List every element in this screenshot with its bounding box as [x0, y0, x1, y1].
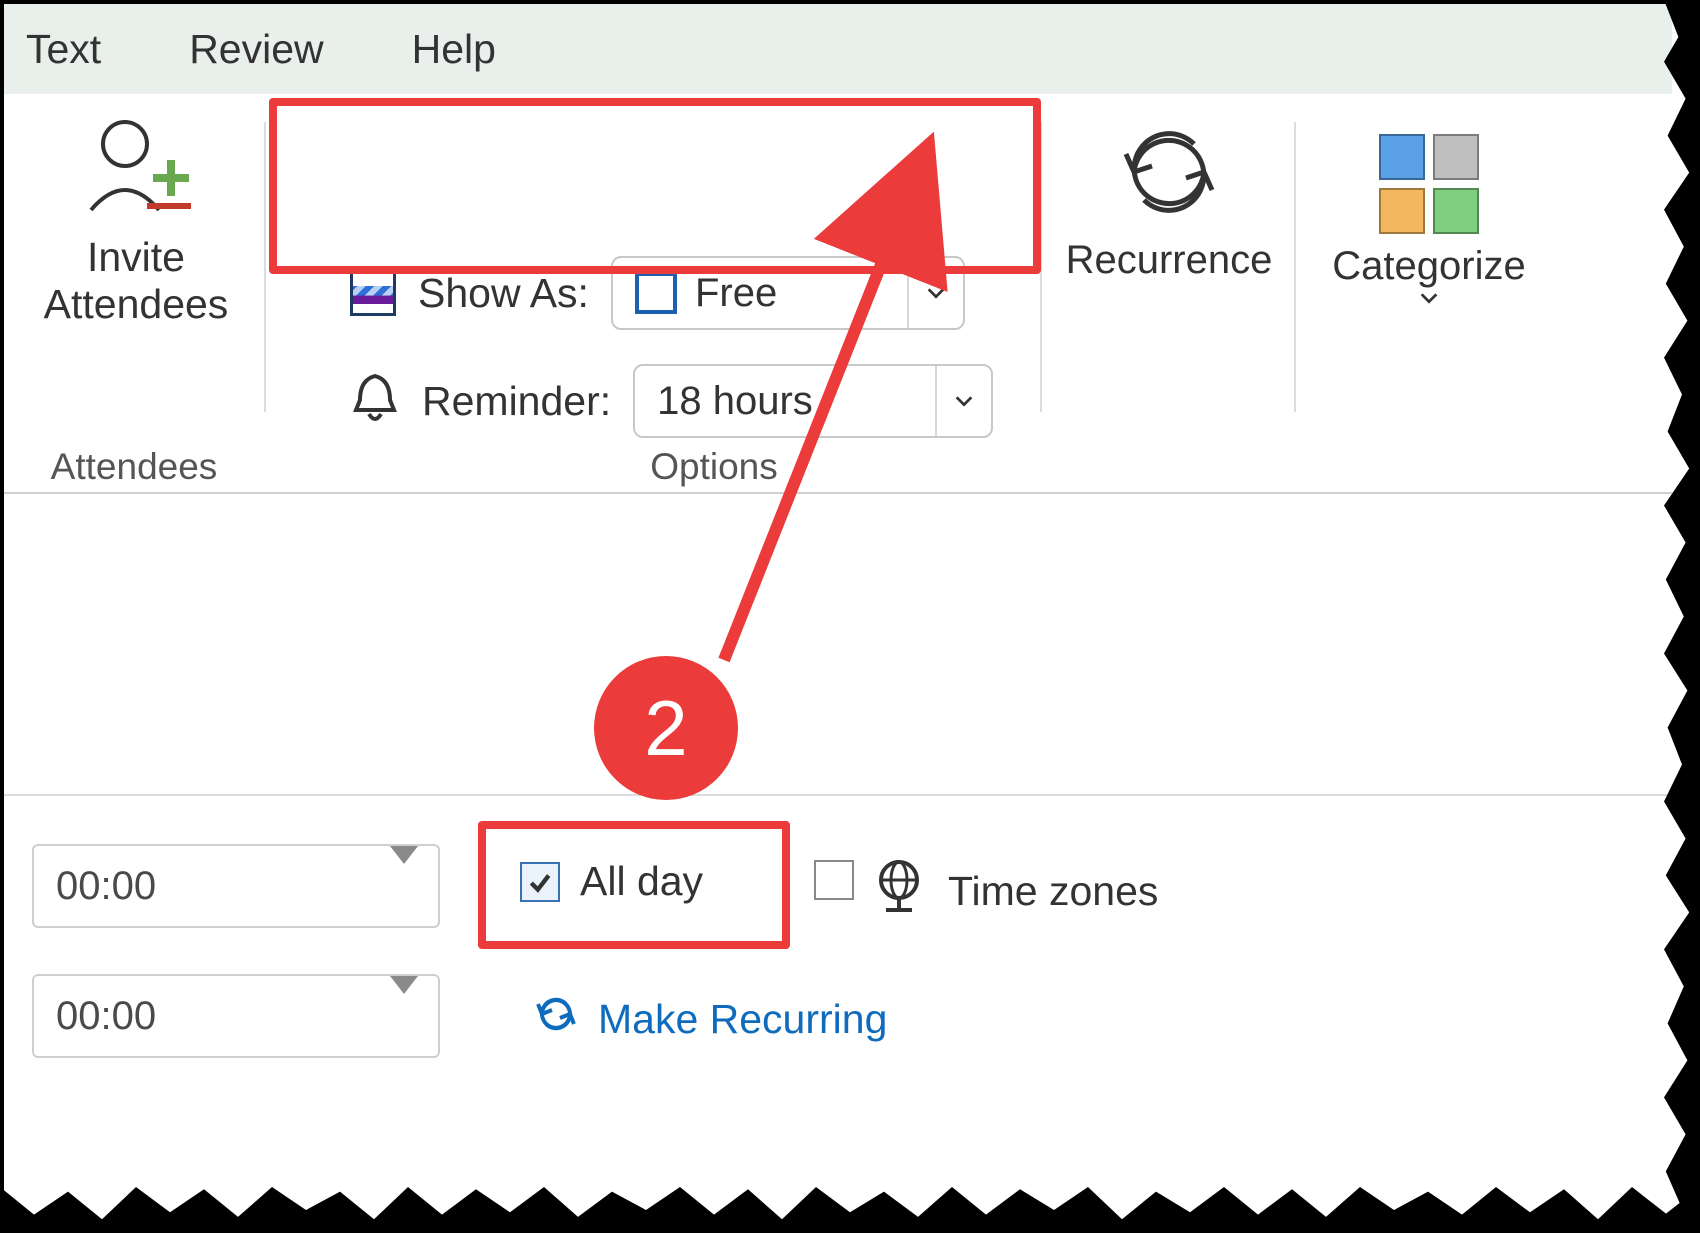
reminder-dropdown[interactable]: 18 hours	[633, 364, 993, 438]
annotation-step-badge: 2	[594, 656, 738, 800]
bell-icon	[350, 370, 400, 432]
menu-text[interactable]: Text	[26, 26, 101, 73]
categorize-button[interactable]: Categorize	[1314, 122, 1544, 309]
border	[0, 0, 4, 1233]
caret-down-icon	[390, 994, 418, 1039]
person-add-icon	[81, 116, 191, 224]
separator	[264, 122, 266, 412]
annotation-highlight-allday	[478, 821, 790, 949]
invite-attendees-button[interactable]: Invite Attendees	[36, 116, 236, 456]
time-zones-checkbox[interactable]	[814, 860, 854, 900]
time-zones-label: Time zones	[948, 868, 1158, 915]
chevron-down-icon	[953, 390, 975, 412]
appointment-body: 00:00 00:00 All day	[4, 498, 1672, 1217]
chevron-down-icon	[1418, 287, 1440, 309]
border	[0, 0, 1700, 4]
annotation-step-number: 2	[644, 683, 687, 774]
end-time-value: 00:00	[56, 994, 156, 1039]
caret-down-icon	[390, 864, 418, 909]
show-as-value: Free	[695, 271, 777, 316]
recurrence-icon	[1114, 122, 1224, 230]
reminder-value: 18 hours	[657, 379, 813, 424]
group-caption-options: Options	[564, 446, 864, 488]
start-time-value: 00:00	[56, 864, 156, 909]
separator	[4, 794, 1672, 796]
show-as-icon	[350, 270, 396, 316]
categorize-icon	[1379, 134, 1479, 234]
recurrence-label: Recurrence	[1066, 238, 1273, 283]
start-time-dropdown[interactable]: 00:00	[32, 844, 440, 928]
refresh-icon	[534, 992, 578, 1046]
globe-icon	[874, 858, 924, 924]
menu-help[interactable]: Help	[412, 26, 496, 73]
free-swatch-icon	[635, 272, 677, 314]
make-recurring-link[interactable]: Make Recurring	[534, 992, 887, 1046]
chevron-down-icon	[925, 282, 947, 304]
annotation-highlight-showas	[269, 98, 1041, 274]
show-as-label: Show As:	[418, 270, 589, 317]
end-time-dropdown[interactable]: 00:00	[32, 974, 440, 1058]
reminder-dropdown-toggle[interactable]	[935, 366, 991, 436]
recurrence-button[interactable]: Recurrence	[1064, 122, 1274, 283]
menu-review[interactable]: Review	[189, 26, 323, 73]
menu-bar: Text Review Help	[4, 4, 1672, 94]
invite-attendees-label: Invite Attendees	[44, 234, 229, 328]
separator	[1294, 122, 1296, 412]
categorize-label: Categorize	[1332, 244, 1525, 289]
make-recurring-label: Make Recurring	[598, 996, 887, 1043]
reminder-label: Reminder:	[422, 378, 611, 425]
group-caption-attendees: Attendees	[34, 446, 234, 488]
